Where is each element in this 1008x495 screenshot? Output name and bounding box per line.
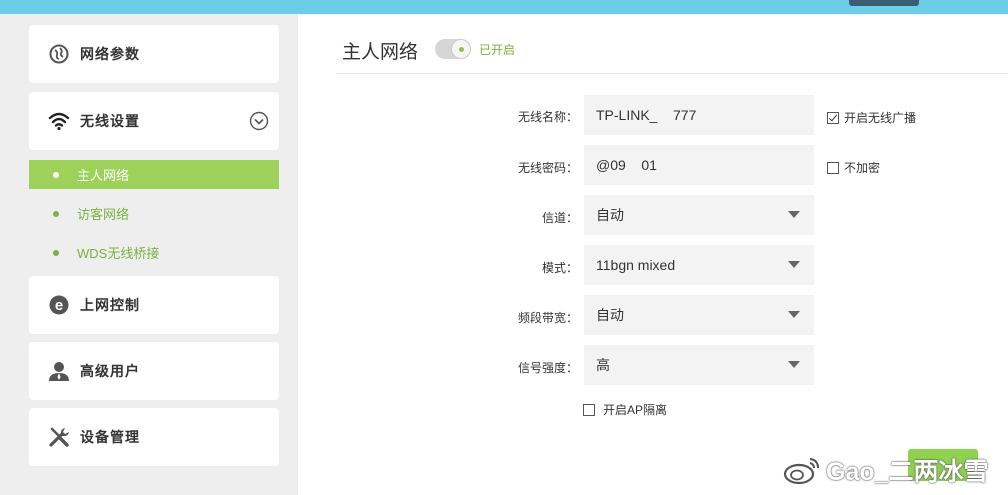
- bandwidth-select[interactable]: 自动: [584, 295, 814, 335]
- toggle-status-text: 已开启: [479, 43, 516, 57]
- sidebar-item-device-management[interactable]: 设备管理: [29, 408, 279, 466]
- main-content: 主人网络 已开启 ? 无线名称： 开启无线广播 无线密码： 不加密 信道： 自动…: [298, 14, 1008, 495]
- mode-select[interactable]: 11bgn mixed: [584, 245, 814, 285]
- password-label: 无线密码：: [517, 161, 578, 175]
- sidebar-item-label: 网络参数: [80, 46, 140, 62]
- sidebar-item-label: 高级用户: [80, 363, 140, 379]
- channel-label: 信道：: [541, 211, 578, 225]
- checkbox-box[interactable]: [583, 403, 595, 416]
- tools-icon: [48, 426, 70, 448]
- bullet-dot: [53, 171, 59, 178]
- globe-icon: [48, 43, 70, 65]
- sidebar: 网络参数 无线设置 主人网络 访客网络 WDS无线桥接 e 上网控制 高级用户 …: [0, 14, 298, 495]
- signal-label: 信号强度：: [517, 361, 578, 375]
- bullet-dot: [53, 210, 59, 217]
- chevron-down-icon[interactable]: [249, 111, 269, 131]
- ap-isolation-label: 开启AP隔离: [603, 403, 668, 417]
- page-header: 主人网络 已开启 ?: [336, 14, 1008, 74]
- user-icon: [48, 360, 70, 382]
- sidebar-item-label: 无线设置: [80, 113, 140, 129]
- dropdown-arrow-icon: [788, 211, 800, 218]
- checkbox-box[interactable]: [827, 161, 839, 174]
- sub-item-guest-network[interactable]: 访客网络: [29, 199, 279, 228]
- ie-icon: e: [48, 294, 70, 316]
- ap-isolation-checkbox[interactable]: 开启AP隔离: [583, 401, 667, 418]
- ssid-label: 无线名称：: [517, 110, 578, 124]
- top-bar-button[interactable]: [849, 0, 919, 6]
- sidebar-item-advanced-users[interactable]: 高级用户: [29, 342, 279, 400]
- sidebar-item-access-control[interactable]: e 上网控制: [29, 276, 279, 334]
- mode-value: 11bgn mixed: [596, 257, 676, 273]
- network-toggle[interactable]: [435, 39, 471, 59]
- bullet-dot: [53, 249, 59, 256]
- watermark: Gao_二两冰雪: [782, 452, 989, 488]
- page-title: 主人网络: [342, 42, 419, 63]
- password-field[interactable]: [584, 145, 814, 185]
- checkbox-box[interactable]: [827, 111, 839, 124]
- password-input[interactable]: [596, 157, 814, 173]
- signal-select[interactable]: 高: [584, 345, 814, 385]
- broadcast-label: 开启无线广播: [844, 111, 917, 125]
- broadcast-checkbox[interactable]: 开启无线广播: [827, 109, 916, 126]
- sub-item-wds-bridge[interactable]: WDS无线桥接: [29, 238, 279, 267]
- no-encrypt-checkbox[interactable]: 不加密: [827, 159, 880, 176]
- sidebar-item-label: 上网控制: [80, 297, 140, 313]
- sub-item-label: 访客网络: [77, 207, 130, 222]
- dropdown-arrow-icon: [788, 361, 800, 368]
- sidebar-item-wireless-settings[interactable]: 无线设置: [29, 92, 279, 150]
- signal-value: 高: [596, 357, 610, 373]
- ssid-field[interactable]: [584, 95, 814, 135]
- bandwidth-value: 自动: [596, 307, 624, 323]
- sidebar-item-label: 设备管理: [80, 429, 140, 445]
- bandwidth-label: 频段带宽：: [517, 311, 578, 325]
- sub-item-host-network[interactable]: 主人网络: [29, 160, 279, 189]
- ssid-input[interactable]: [596, 107, 814, 123]
- sidebar-item-network-params[interactable]: 网络参数: [29, 25, 279, 83]
- channel-select[interactable]: 自动: [584, 195, 814, 235]
- sub-item-label: WDS无线桥接: [77, 246, 160, 261]
- top-bar: [0, 0, 1008, 14]
- mode-label: 模式：: [541, 261, 578, 275]
- weibo-icon: [782, 455, 822, 485]
- dropdown-arrow-icon: [788, 311, 800, 318]
- toggle-knob: [451, 39, 471, 59]
- wifi-icon: [48, 110, 70, 132]
- svg-text:e: e: [55, 297, 63, 314]
- toggle-indicator-dot: [458, 46, 464, 52]
- no-encrypt-label: 不加密: [844, 161, 881, 175]
- watermark-text: Gao_二两冰雪: [826, 458, 989, 486]
- dropdown-arrow-icon: [788, 261, 800, 268]
- channel-value: 自动: [596, 207, 624, 223]
- sub-item-label: 主人网络: [77, 168, 130, 183]
